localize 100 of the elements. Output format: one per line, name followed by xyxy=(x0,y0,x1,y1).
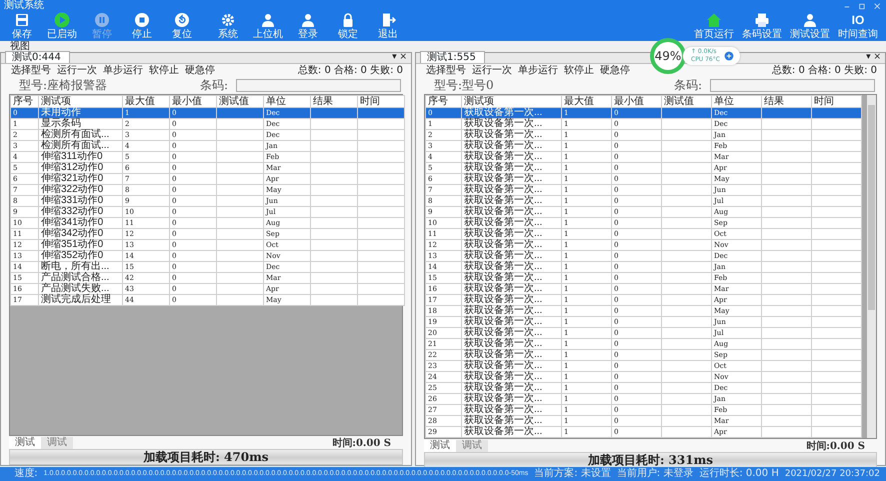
table-cell: 产品测试合格... xyxy=(38,272,122,284)
table-cell: 获取设备第一次... xyxy=(462,284,562,294)
table-cell: 检测所有面试... xyxy=(38,130,122,140)
close-icon[interactable] xyxy=(873,2,882,10)
table-cell: 获取设备第一次... xyxy=(462,108,562,118)
bottom-tab[interactable]: 测试 xyxy=(424,440,456,452)
action-button[interactable]: 硬急停 xyxy=(185,64,215,76)
toolbar-button[interactable]: 锁定 xyxy=(328,12,368,40)
toolbar-button[interactable]: 登录 xyxy=(288,12,328,40)
table-cell: 获取设备第一次... xyxy=(462,218,562,228)
io-label: IO xyxy=(852,12,864,28)
column-header[interactable]: 测试项 xyxy=(462,96,562,108)
tab-buttons[interactable]: ▾ × xyxy=(866,52,881,63)
table-cell: 获取设备第一次... xyxy=(462,162,562,174)
toolbar-button[interactable]: 停止 xyxy=(122,12,162,40)
action-button[interactable]: 软停止 xyxy=(149,64,179,76)
table-cell: 测试完成后处理 xyxy=(38,294,122,306)
count-summary: 总数: 0 合格: 0 失败: 0 xyxy=(298,64,403,78)
status-item: 2021/02/27 20:37:02 xyxy=(784,468,880,480)
column-header[interactable]: 单位 xyxy=(264,96,310,108)
elapsed-time: 时间:0.00 S xyxy=(332,436,391,450)
table-cell: 获取设备第一次... xyxy=(462,394,562,404)
status-item: 当前用户: 未登录 xyxy=(616,468,694,480)
column-header[interactable]: 单位 xyxy=(712,96,762,108)
plus-icon xyxy=(724,51,734,61)
column-header[interactable]: 序号 xyxy=(426,96,462,108)
column-header[interactable]: 最小值 xyxy=(612,96,662,108)
table-cell: 伸缩341动作0 xyxy=(38,218,122,228)
panel-tab[interactable]: 测试1:555 xyxy=(420,51,485,63)
table-cell: 获取设备第一次... xyxy=(462,416,562,426)
action-button[interactable]: 运行一次 xyxy=(57,64,97,76)
user-icon xyxy=(300,12,316,28)
action-button[interactable]: 选择型号 xyxy=(11,64,51,76)
toolbar-button[interactable]: 测试设置 xyxy=(786,12,834,40)
column-header[interactable]: 测试值 xyxy=(216,96,264,108)
action-button[interactable]: 选择型号 xyxy=(426,64,466,76)
toolbar-button[interactable]: 复位 xyxy=(162,12,202,40)
table-cell: 获取设备第一次... xyxy=(462,316,562,328)
column-header[interactable]: 最大值 xyxy=(122,96,170,108)
scrollbar[interactable] xyxy=(867,95,876,438)
table-cell: 获取设备第一次... xyxy=(462,328,562,338)
table-cell: 获取设备第一次... xyxy=(462,360,562,372)
column-header[interactable]: 结果 xyxy=(310,96,358,108)
column-header[interactable]: 最大值 xyxy=(562,96,612,108)
table-cell: 伸缩351动作0 xyxy=(38,240,122,250)
table-cell: 获取设备第一次... xyxy=(462,240,562,250)
table-cell: 获取设备第一次... xyxy=(462,196,562,206)
status-item: 运行时长: 0.00 H xyxy=(699,468,779,480)
menu-item[interactable]: 视图 xyxy=(10,41,30,52)
column-header[interactable]: 测试值 xyxy=(662,96,712,108)
table-cell: 伸缩312动作0 xyxy=(38,162,122,174)
restore-icon[interactable] xyxy=(858,2,867,10)
action-button[interactable]: 运行一次 xyxy=(472,64,512,76)
bottom-tab[interactable]: 测试 xyxy=(9,436,41,448)
column-header[interactable]: 最小值 xyxy=(170,96,216,108)
model-label: 型号:座椅报警器 xyxy=(19,76,108,94)
toolbar-button[interactable]: IO 时间查询 xyxy=(834,12,882,40)
table-cell: 获取设备第一次... xyxy=(462,426,562,438)
toolbar-button[interactable]: 已启动 xyxy=(42,12,82,40)
barcode-label: 条码: xyxy=(200,76,228,94)
speed-label: 速度: xyxy=(14,468,38,480)
action-button[interactable]: 软停止 xyxy=(564,64,594,76)
table-cell: 获取设备第一次... xyxy=(462,306,562,316)
barcode-field[interactable] xyxy=(236,78,401,92)
toolbar-button[interactable]: 退出 xyxy=(368,12,408,40)
tab-buttons[interactable]: ▾ × xyxy=(392,52,407,63)
column-header[interactable]: 测试项 xyxy=(38,96,122,108)
column-header[interactable]: 序号 xyxy=(10,96,38,108)
toolbar-button[interactable]: 保存 xyxy=(2,12,42,40)
column-header[interactable]: 结果 xyxy=(762,96,812,108)
barcode-field[interactable] xyxy=(710,78,875,92)
toolbar-button[interactable]: 上位机 xyxy=(248,12,288,40)
bottom-tab[interactable]: 调试 xyxy=(41,436,73,448)
action-button[interactable]: 单步运行 xyxy=(103,64,143,76)
column-header[interactable]: 时间 xyxy=(358,96,404,108)
count-summary: 总数: 0 合格: 0 失败: 0 xyxy=(772,64,877,78)
table-cell: 获取设备第一次... xyxy=(462,228,562,240)
table-cell: 获取设备第一次... xyxy=(462,382,562,394)
load-time-bar: 加载项目耗时: 331ms xyxy=(424,452,877,468)
table-cell: 伸缩322动作0 xyxy=(38,184,122,196)
table-cell: 产品测试失败... xyxy=(38,284,122,294)
action-button[interactable]: 单步运行 xyxy=(518,64,558,76)
toolbar-button[interactable]: 首页运行 xyxy=(690,12,738,40)
table-cell: 获取设备第一次... xyxy=(462,184,562,196)
table-cell: 获取设备第一次... xyxy=(462,152,562,162)
barcode-label: 条码: xyxy=(674,76,702,94)
user-icon xyxy=(802,12,818,28)
table-cell: 伸缩352动作0 xyxy=(38,250,122,262)
scrollbar-thumb[interactable] xyxy=(868,105,875,310)
model-label: 型号:型号0 xyxy=(434,76,494,94)
table-cell: 获取设备第一次... xyxy=(462,350,562,360)
action-button[interactable]: 硬急停 xyxy=(600,64,630,76)
bottom-tab[interactable]: 调试 xyxy=(456,440,488,452)
table-cell: 伸缩321动作0 xyxy=(38,174,122,184)
toolbar-button[interactable]: 系统 xyxy=(208,12,248,40)
table-cell: 获取设备第一次... xyxy=(462,206,562,218)
column-header[interactable]: 时间 xyxy=(812,96,862,108)
table-cell: 伸缩332动作0 xyxy=(38,206,122,218)
toolbar-button[interactable]: 条码设置 xyxy=(738,12,786,40)
panel-tab[interactable]: 测试0:444 xyxy=(5,51,70,63)
